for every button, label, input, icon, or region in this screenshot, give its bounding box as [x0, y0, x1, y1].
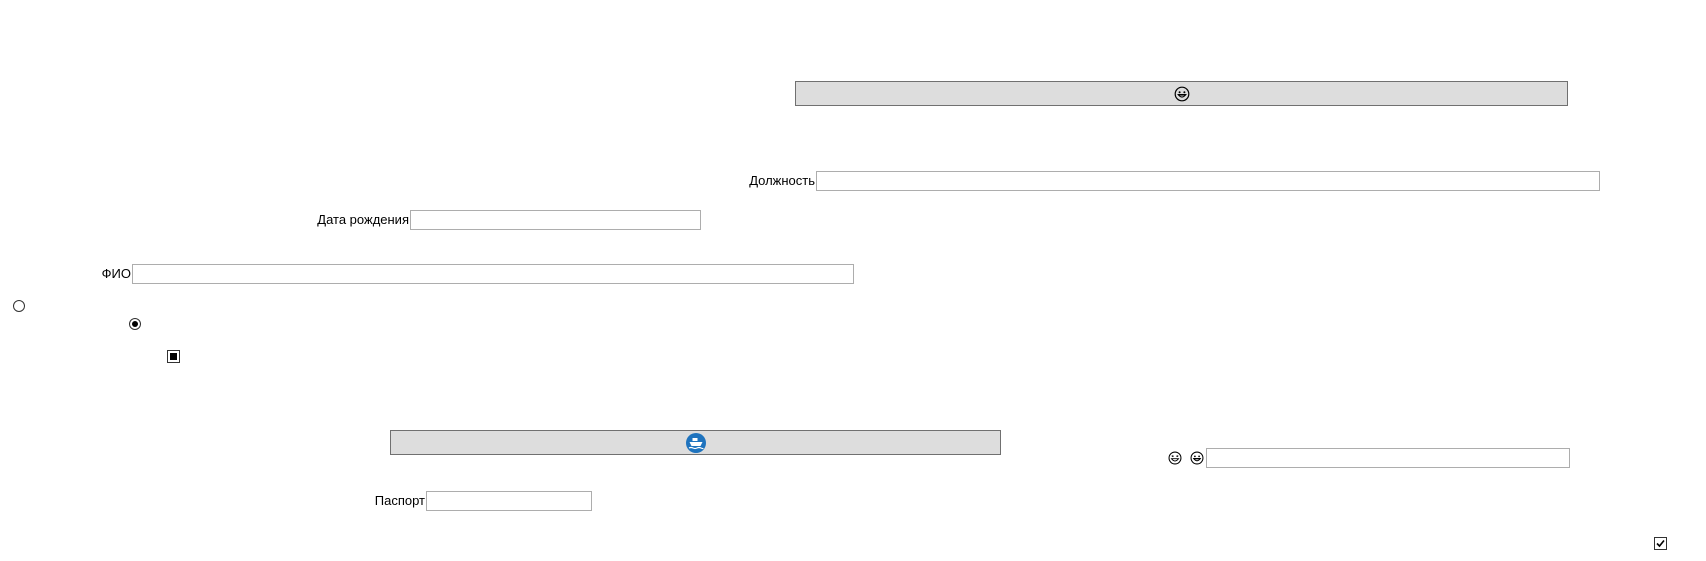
checkbox-indeterminate[interactable] [167, 350, 180, 363]
checkbox-indeterminate-mark [170, 353, 177, 360]
checkmark-icon [1656, 539, 1665, 548]
laughing-face-icon [1168, 451, 1182, 465]
passport-field[interactable] [426, 491, 592, 511]
blue-ship-badge-icon [685, 432, 706, 453]
birthdate-field[interactable] [410, 210, 701, 230]
passport-label: Паспорт [374, 493, 425, 508]
grinning-face-icon [1174, 86, 1189, 101]
ship-button[interactable] [390, 430, 1001, 455]
radio-selected-dot [132, 321, 138, 327]
fio-label: ФИО [101, 266, 131, 281]
checkbox-checked[interactable] [1654, 537, 1667, 550]
position-field[interactable] [816, 171, 1600, 191]
radio-checked[interactable] [129, 318, 141, 330]
emoji-field[interactable] [1206, 448, 1570, 468]
birthdate-label: Дата рождения [317, 212, 409, 227]
grinning-face-icon [1190, 451, 1204, 465]
position-label: Должность [749, 173, 815, 188]
top-smiley-button[interactable] [795, 81, 1568, 106]
radio-unchecked[interactable] [13, 300, 25, 312]
fio-field[interactable] [132, 264, 854, 284]
